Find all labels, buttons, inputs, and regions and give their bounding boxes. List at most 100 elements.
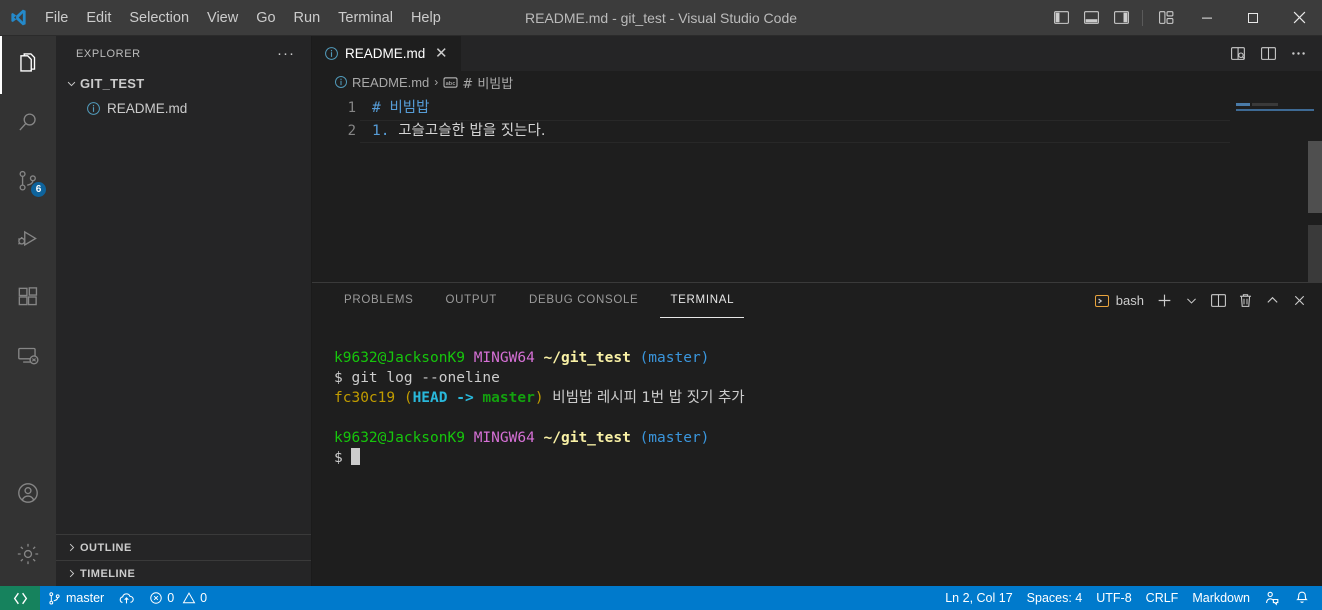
toggle-panel-icon[interactable] (1077, 5, 1105, 31)
tab-debug-console[interactable]: DEBUG CONSOLE (519, 283, 648, 318)
sidebar-item-source-control[interactable]: 6 (0, 152, 56, 210)
sidebar-item-accounts[interactable] (0, 464, 56, 522)
git-log-hash: fc30c19 (334, 390, 396, 406)
split-editor-icon[interactable] (1254, 40, 1282, 68)
sidebar-section-outline[interactable]: OUTLINE (56, 534, 311, 560)
git-log-branch: master (482, 390, 535, 406)
terminal-input-line: $ (334, 448, 1322, 468)
breadcrumb-symbol[interactable]: abc # 비빔밥 (443, 73, 513, 92)
status-cursor-position[interactable]: Ln 2, Col 17 (938, 586, 1019, 610)
prompt-path: ~/git_test (543, 430, 631, 446)
maximize-icon[interactable] (1230, 0, 1276, 36)
bell-icon (1294, 590, 1310, 606)
breadcrumb-separator: › (434, 75, 439, 89)
status-warning-count: 0 (200, 591, 208, 605)
sidebar-item-extensions[interactable] (0, 268, 56, 326)
breadcrumb-file[interactable]: README.md (334, 75, 429, 90)
more-actions-icon[interactable]: ··· (269, 46, 303, 61)
code-token-marker: 1. (372, 123, 399, 139)
explorer-file-readme[interactable]: README.md (56, 96, 311, 121)
more-actions-icon[interactable] (1284, 40, 1312, 68)
sidebar-item-search[interactable] (0, 94, 56, 152)
remote-window-icon[interactable] (0, 586, 40, 610)
prompt-dollar: $ (334, 370, 352, 386)
terminal-output[interactable]: k9632@JacksonK9 MINGW64 ~/git_test (mast… (312, 318, 1322, 586)
tab-terminal[interactable]: TERMINAL (660, 283, 745, 318)
terminal-prompt-line-2: k9632@JacksonK9 MINGW64 ~/git_test (mast… (334, 428, 1322, 448)
cloud-upload-icon (118, 590, 135, 607)
editor-viewport: 1 # 비빔밥 2 1. 고슬고슬한 밥을 짓는다. (312, 93, 1322, 282)
menu-item-run[interactable]: Run (285, 5, 330, 31)
sidebar-title: EXPLORER (76, 47, 141, 60)
minimize-icon[interactable] (1184, 0, 1230, 36)
scrollbar-thumb[interactable] (1308, 141, 1322, 213)
code-line-1: 1 # 비빔밥 (312, 97, 1230, 120)
explorer-file-label: README.md (107, 101, 188, 116)
git-log-paren-open: ( (395, 390, 413, 406)
sidebar-section-timeline[interactable]: TIMELINE (56, 560, 311, 586)
code-content[interactable]: 1 # 비빔밥 2 1. 고슬고슬한 밥을 짓는다. (312, 93, 1230, 282)
terminal-shell-selector[interactable]: bash (1088, 288, 1150, 314)
menu-item-help[interactable]: Help (402, 5, 450, 31)
bottom-panel: PROBLEMS OUTPUT DEBUG CONSOLE TERMINAL b… (312, 282, 1322, 586)
status-problems[interactable]: 0 0 (142, 586, 214, 610)
editor-vertical-scrollbar[interactable] (1308, 93, 1322, 282)
toggle-secondary-sidebar-icon[interactable] (1107, 5, 1135, 31)
sidebar-section-label: TIMELINE (80, 567, 136, 580)
menu-item-view[interactable]: View (198, 5, 247, 31)
menu-item-selection[interactable]: Selection (120, 5, 198, 31)
tab-output[interactable]: OUTPUT (436, 283, 507, 318)
status-eol[interactable]: CRLF (1139, 586, 1186, 610)
status-sync[interactable] (111, 586, 142, 610)
status-error-count: 0 (167, 591, 175, 605)
close-icon[interactable] (1276, 0, 1322, 36)
terminal-bash-icon (1094, 293, 1110, 309)
svg-text:abc: abc (446, 80, 456, 86)
prompt-branch: (master) (639, 430, 710, 446)
warning-icon (182, 591, 196, 605)
tab-readme-md[interactable]: README.md ✕ (312, 36, 463, 71)
open-preview-to-side-icon[interactable] (1224, 40, 1252, 68)
menu-item-file[interactable]: File (36, 5, 77, 31)
status-branch[interactable]: master (40, 586, 111, 610)
menu-item-go[interactable]: Go (247, 5, 284, 31)
split-terminal-icon[interactable] (1205, 287, 1231, 315)
source-control-badge: 6 (30, 181, 47, 198)
symbol-string-icon: abc (443, 76, 458, 89)
prompt-user: k9632@JacksonK9 (334, 350, 465, 366)
prompt-shell: MINGW64 (473, 430, 535, 446)
trash-icon[interactable] (1232, 287, 1258, 315)
code-token-text: 비빔밥 (389, 100, 430, 116)
tab-close-icon[interactable]: ✕ (431, 46, 451, 61)
breadcrumb: README.md › abc # 비빔밥 (312, 71, 1322, 93)
prompt-user: k9632@JacksonK9 (334, 430, 465, 446)
tab-bar-filler (462, 36, 1224, 71)
status-indentation[interactable]: Spaces: 4 (1020, 586, 1090, 610)
explorer-folder-git-test[interactable]: GIT_TEST (56, 71, 311, 96)
maximize-panel-icon[interactable] (1259, 287, 1285, 315)
menu-bar: File Edit Selection View Go Run Terminal… (36, 0, 450, 35)
add-terminal-icon[interactable] (1151, 287, 1177, 315)
menu-item-terminal[interactable]: Terminal (329, 5, 402, 31)
explorer-sidebar: EXPLORER ··· GIT_TEST README.md OUTLINE (56, 36, 312, 586)
toggle-primary-sidebar-icon[interactable] (1047, 5, 1075, 31)
minimap-line-1b (1252, 103, 1278, 106)
status-feedback[interactable] (1257, 586, 1287, 610)
sidebar-item-run-and-debug[interactable] (0, 210, 56, 268)
terminal-blank (334, 328, 1322, 348)
tab-problems[interactable]: PROBLEMS (334, 283, 424, 318)
close-panel-icon[interactable] (1286, 287, 1312, 315)
workbench-body: 6 EXPLORER ··· GIT_TEST README.md OUTLIN… (0, 36, 1322, 586)
line-number: 1 (347, 100, 356, 116)
customize-layout-icon[interactable] (1152, 5, 1180, 31)
menu-item-edit[interactable]: Edit (77, 5, 120, 31)
sidebar-item-remote-explorer[interactable] (0, 326, 56, 384)
chevron-down-icon[interactable] (1178, 287, 1204, 315)
status-encoding[interactable]: UTF-8 (1089, 586, 1138, 610)
sidebar-item-explorer[interactable] (0, 36, 56, 94)
status-language-mode[interactable]: Markdown (1185, 586, 1257, 610)
sidebar-section-label: OUTLINE (80, 541, 132, 554)
status-notifications[interactable] (1287, 586, 1322, 610)
sidebar-item-manage[interactable] (0, 522, 56, 586)
minimap-line-2 (1236, 109, 1314, 111)
